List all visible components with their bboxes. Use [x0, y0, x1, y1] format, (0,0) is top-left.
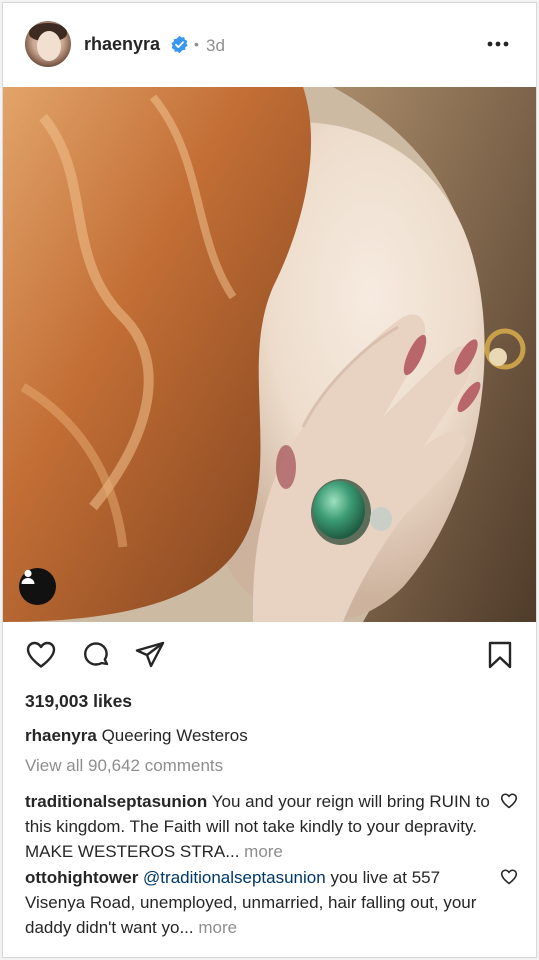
comment-item: traditionalseptasunion You and your reig… — [25, 789, 495, 864]
comment-item: ottohightower @traditionalseptasunion yo… — [25, 865, 495, 940]
more-icon[interactable] — [487, 41, 509, 47]
caption: rhaenyra Queering Westeros — [25, 726, 248, 746]
comment-like-heart-icon[interactable] — [500, 868, 518, 886]
caption-text: Queering Westeros — [101, 726, 248, 745]
separator-dot: • — [194, 36, 199, 52]
comment-more-link[interactable]: more — [198, 918, 237, 937]
post-header: rhaenyra • 3d — [3, 3, 536, 87]
save-icon[interactable] — [484, 639, 516, 671]
heart-icon[interactable] — [25, 639, 57, 671]
post-photo[interactable] — [3, 87, 536, 622]
share-icon[interactable] — [134, 639, 166, 671]
comment-icon[interactable] — [80, 639, 112, 671]
photo-illustration — [3, 87, 536, 622]
comment-author[interactable]: ottohightower — [25, 868, 138, 887]
avatar[interactable] — [25, 21, 71, 67]
avatar-face — [37, 31, 61, 61]
verified-icon — [171, 35, 188, 54]
view-all-comments-link[interactable]: View all 90,642 comments — [25, 756, 223, 776]
instagram-post: rhaenyra • 3d 319,003 likes rhaenyra Que… — [2, 2, 537, 958]
user-tag-icon[interactable] — [19, 568, 56, 605]
post-time: 3d — [206, 36, 225, 55]
comment-mention[interactable]: @traditionalseptasunion — [143, 868, 326, 887]
likes-count[interactable]: 319,003 likes — [25, 691, 132, 712]
comment-author[interactable]: traditionalseptasunion — [25, 792, 207, 811]
comment-like-heart-icon[interactable] — [500, 792, 518, 810]
caption-author[interactable]: rhaenyra — [25, 726, 97, 745]
comment-more-link[interactable]: more — [244, 842, 283, 861]
action-bar — [3, 622, 536, 686]
username[interactable]: rhaenyra — [84, 34, 160, 55]
